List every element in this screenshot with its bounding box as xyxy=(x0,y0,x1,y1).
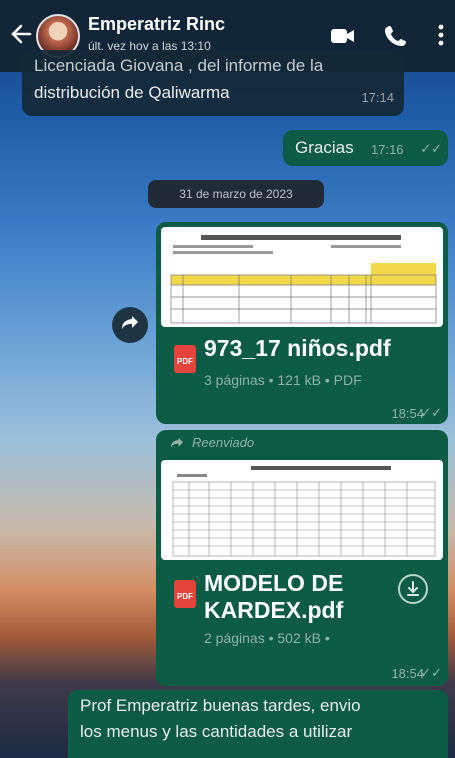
contact-name: Emperatriz Rinc xyxy=(88,14,226,34)
outgoing-document-message[interactable]: PDF 973_17 niños.pdf 3 páginas • 121 kB … xyxy=(156,222,448,424)
forward-button[interactable] xyxy=(112,307,148,343)
file-meta: 3 páginas • 121 kB • PDF xyxy=(204,372,362,388)
forward-arrow-icon xyxy=(121,315,139,336)
message-time: 18:54 xyxy=(391,406,424,421)
message-text-line: Licenciada Giovana , del informe de la xyxy=(34,56,324,75)
phone-icon[interactable] xyxy=(385,24,407,51)
document-preview[interactable] xyxy=(161,460,443,560)
contact-info[interactable]: Emperatriz Rinc últ. vez hoy a las 13:10 xyxy=(88,14,225,53)
more-vertical-icon[interactable] xyxy=(438,24,444,51)
back-arrow-icon[interactable] xyxy=(10,22,32,46)
download-icon xyxy=(406,581,420,602)
message-text: Gracias xyxy=(295,138,354,157)
date-chip: 31 de marzo de 2023 xyxy=(148,180,324,208)
outgoing-document-message[interactable]: Reenviado PDF MODELO DE KARDEX.pdf 2 pág… xyxy=(156,430,448,686)
message-text-line: los menus y las cantidades a utilizar xyxy=(80,722,353,741)
read-check-icon: ✓✓ xyxy=(420,405,442,420)
message-time: 17:14 xyxy=(361,90,394,105)
download-button[interactable] xyxy=(398,574,428,604)
read-check-icon: ✓✓ xyxy=(420,665,442,680)
video-call-icon[interactable] xyxy=(330,26,356,51)
message-text-line: distribución de Qaliwarma xyxy=(34,83,230,102)
pdf-file-icon: PDF xyxy=(174,345,196,373)
message-text-line: Prof Emperatriz buenas tardes, envio xyxy=(80,696,361,715)
message-time: 17:16 xyxy=(371,142,404,157)
outgoing-message[interactable]: Prof Emperatriz buenas tardes, envio los… xyxy=(68,690,448,758)
file-name: 973_17 niños.pdf xyxy=(204,335,391,361)
message-time: 18:54 xyxy=(391,666,424,681)
document-preview[interactable] xyxy=(161,227,443,327)
file-name-line: MODELO DE xyxy=(204,570,344,596)
forwarded-icon xyxy=(170,436,184,454)
outgoing-message[interactable]: Gracias 17:16 ✓✓ xyxy=(283,130,448,166)
pdf-file-icon: PDF xyxy=(174,580,196,608)
file-name-line: KARDEX.pdf xyxy=(204,597,344,623)
read-check-icon: ✓✓ xyxy=(420,141,442,156)
incoming-message[interactable]: Licenciada Giovana , del informe de la d… xyxy=(22,50,404,116)
file-meta: 2 páginas • 502 kB • xyxy=(204,630,330,646)
forwarded-label: Reenviado xyxy=(192,435,255,450)
